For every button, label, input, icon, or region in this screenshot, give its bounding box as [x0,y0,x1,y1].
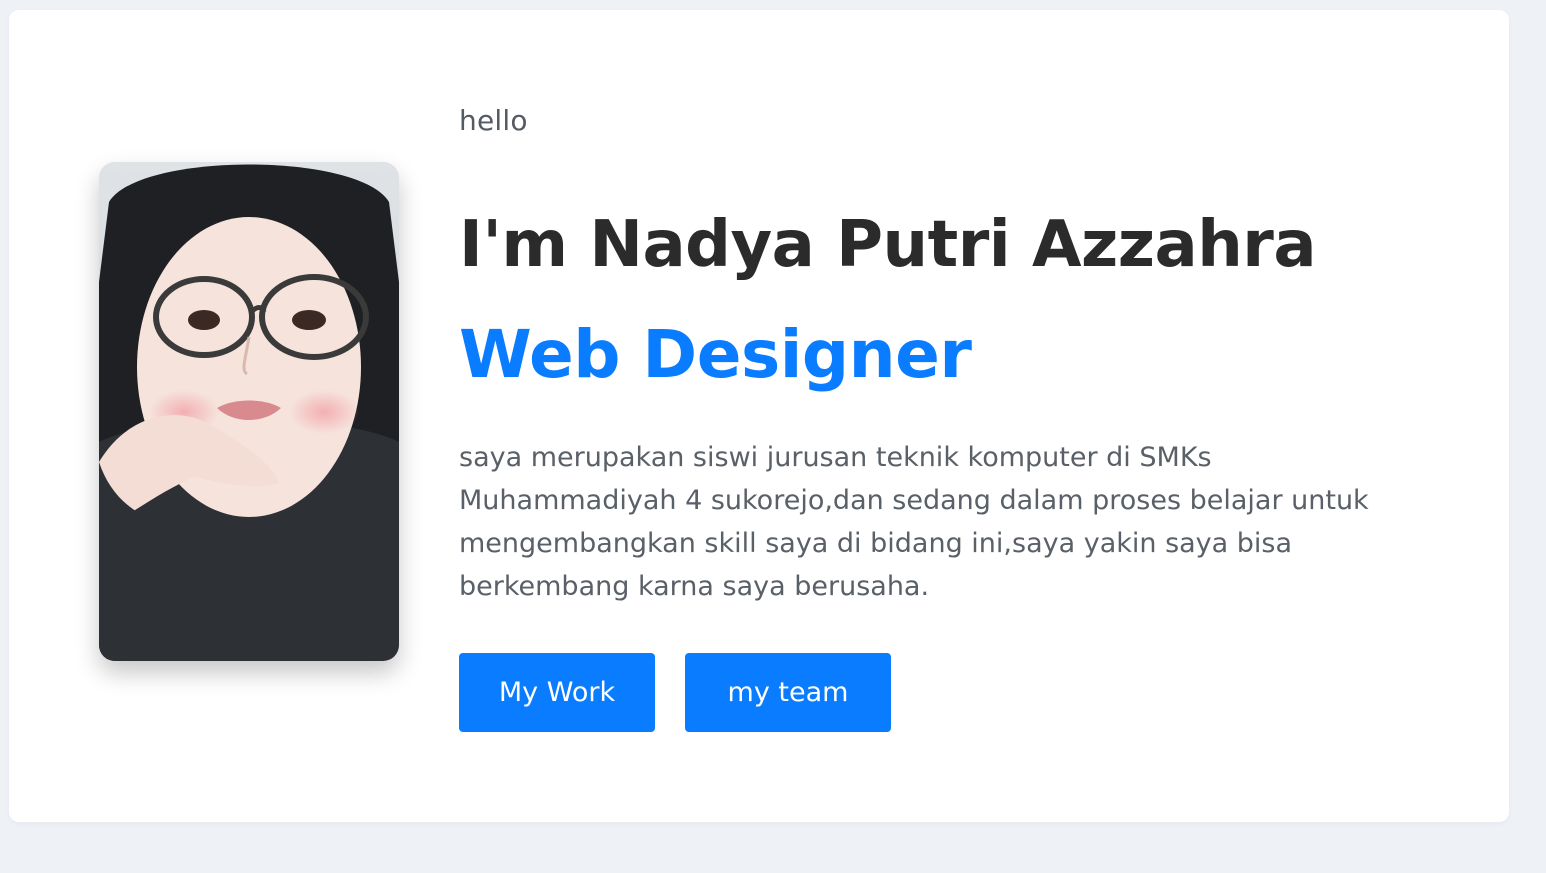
my-work-button[interactable]: My Work [459,653,655,732]
my-team-button[interactable]: my team [685,653,891,732]
profile-photo-illustration [99,162,399,661]
bio-paragraph: saya merupakan siswi jurusan teknik komp… [459,442,1369,602]
name-heading: I'm Nadya Putri Azzahra [459,208,1317,282]
hero-card: hello I'm Nadya Putri Azzahra Web Design… [9,10,1509,822]
profile-photo [99,162,399,661]
greeting-text: hello [459,104,528,137]
role-heading: Web Designer [459,316,972,393]
